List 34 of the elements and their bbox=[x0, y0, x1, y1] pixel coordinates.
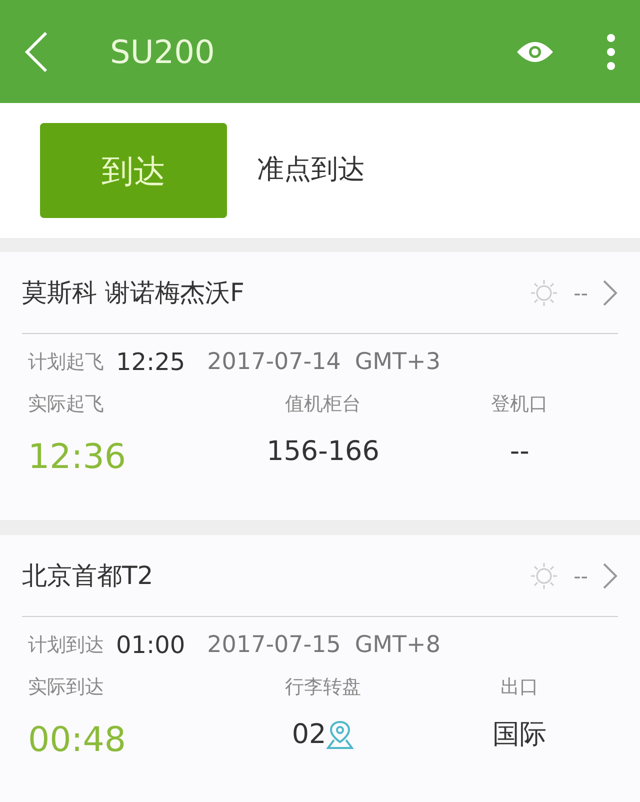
timezone: GMT+3 bbox=[354, 348, 440, 377]
plan-label: 计划起飞 bbox=[28, 350, 104, 375]
planned-time: 01:00 bbox=[116, 630, 186, 661]
back-icon[interactable] bbox=[24, 30, 48, 72]
weather-text: -- bbox=[574, 280, 588, 306]
timezone: GMT+8 bbox=[354, 630, 440, 660]
field-label: 实际起飞 bbox=[28, 392, 104, 417]
eye-icon[interactable] bbox=[516, 40, 554, 64]
planned-date: 2017-07-15 bbox=[207, 630, 341, 660]
chevron-right-icon[interactable] bbox=[602, 562, 618, 590]
field-value: 00:48 bbox=[28, 719, 126, 762]
field-label: 值机柜台 bbox=[284, 392, 361, 417]
weather-text: -- bbox=[574, 562, 588, 590]
more-icon[interactable] bbox=[606, 32, 616, 70]
field-label: 行李转盘 bbox=[284, 675, 361, 700]
tab[interactable]: 准点到达 bbox=[257, 123, 365, 218]
field-value: 02 bbox=[292, 718, 326, 752]
app-bar-title: SU200 bbox=[110, 32, 216, 72]
field-label: 出口 bbox=[500, 675, 539, 700]
field-value: -- bbox=[510, 435, 530, 469]
chevron-right-icon[interactable] bbox=[602, 278, 618, 306]
field-value: 156-166 bbox=[266, 435, 380, 469]
plan-label: 计划到达 bbox=[28, 632, 104, 658]
airport-name: 莫斯科 谢诺梅杰沃F bbox=[22, 276, 246, 309]
field-label: 登机口 bbox=[491, 392, 548, 417]
planned-time: 12:25 bbox=[116, 347, 186, 378]
field-label: 实际到达 bbox=[28, 675, 104, 700]
field-value: 国际 bbox=[492, 718, 547, 752]
airport-name: 北京首都T2 bbox=[22, 560, 154, 592]
sun-icon bbox=[530, 562, 558, 590]
sun-icon bbox=[530, 278, 558, 306]
map-pin-icon[interactable] bbox=[326, 720, 354, 750]
planned-date: 2017-07-14 bbox=[207, 348, 341, 377]
field-value: 12:36 bbox=[28, 436, 126, 479]
